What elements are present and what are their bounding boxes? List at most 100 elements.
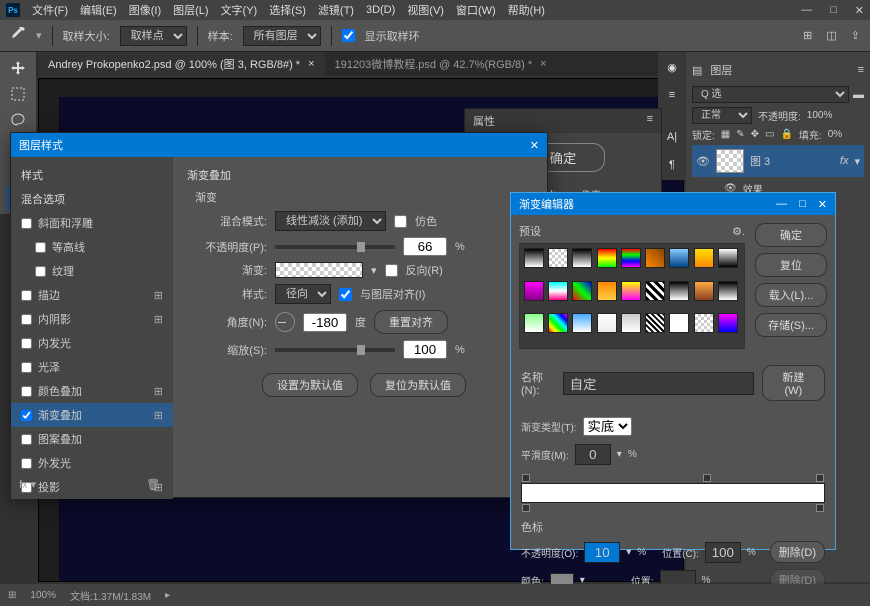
preset-7[interactable] bbox=[694, 248, 714, 268]
menu-layer[interactable]: 图层(L) bbox=[173, 2, 208, 18]
type-select[interactable]: 实底 bbox=[583, 417, 632, 436]
load-button[interactable]: 载入(L)... bbox=[755, 283, 827, 307]
blend-mode-select[interactable]: 线性减淡 (添加) bbox=[275, 211, 386, 231]
preset-14[interactable] bbox=[645, 281, 665, 301]
preset-5[interactable] bbox=[645, 248, 665, 268]
visibility-icon[interactable]: 👁 bbox=[696, 155, 710, 168]
save-button[interactable]: 存储(S)... bbox=[755, 313, 827, 337]
opacity-input[interactable] bbox=[403, 237, 447, 256]
menu-file[interactable]: 文件(F) bbox=[32, 2, 68, 18]
preset-12[interactable] bbox=[597, 281, 617, 301]
style-item-8[interactable]: 渐变叠加⊞ bbox=[11, 403, 173, 427]
reset-button[interactable]: 复位 bbox=[755, 253, 827, 277]
tab-doc-2[interactable]: 191203微博教程.psd @ 42.7%(RGB/8) * × bbox=[325, 52, 557, 76]
style-checkbox[interactable] bbox=[21, 410, 32, 421]
align-checkbox[interactable] bbox=[339, 288, 352, 301]
menu-image[interactable]: 图像(I) bbox=[129, 2, 161, 18]
panel-menu-icon[interactable]: ≡ bbox=[858, 64, 864, 76]
panel-menu-icon[interactable]: ≡ bbox=[647, 113, 653, 129]
style-checkbox[interactable] bbox=[21, 218, 32, 229]
share-icon[interactable]: ⇪ bbox=[851, 29, 860, 42]
menu-select[interactable]: 选择(S) bbox=[269, 2, 306, 18]
add-icon[interactable]: ⊞ bbox=[154, 289, 163, 302]
show-ring-checkbox[interactable] bbox=[342, 29, 355, 42]
ok-button[interactable]: 确定 bbox=[755, 223, 827, 247]
filter-toggle-icon[interactable]: ▬ bbox=[853, 89, 864, 101]
style-checkbox[interactable] bbox=[21, 290, 32, 301]
add-icon[interactable]: ⊞ bbox=[154, 385, 163, 398]
preset-3[interactable] bbox=[597, 248, 617, 268]
preset-16[interactable] bbox=[694, 281, 714, 301]
fx-badge[interactable]: fx bbox=[840, 155, 849, 167]
close-icon[interactable]: ✕ bbox=[855, 4, 864, 17]
opacity-stop[interactable] bbox=[816, 474, 824, 482]
dither-checkbox[interactable] bbox=[394, 215, 407, 228]
gradient-bar[interactable] bbox=[521, 483, 825, 503]
style-checkbox[interactable] bbox=[35, 242, 46, 253]
preset-11[interactable] bbox=[572, 281, 592, 301]
preset-23[interactable] bbox=[645, 313, 665, 333]
dropdown-icon[interactable]: ▾ bbox=[617, 449, 622, 460]
blend-options-header[interactable]: 混合选项 bbox=[11, 187, 173, 211]
preset-1[interactable] bbox=[548, 248, 568, 268]
style-checkbox[interactable] bbox=[35, 266, 46, 277]
smooth-input[interactable] bbox=[575, 444, 611, 465]
color-stop[interactable] bbox=[522, 504, 530, 512]
new-button[interactable]: 新建(W) bbox=[762, 365, 825, 401]
preset-15[interactable] bbox=[669, 281, 689, 301]
layer-name[interactable]: 图 3 bbox=[750, 153, 770, 169]
style-item-0[interactable]: 斜面和浮雕 bbox=[11, 211, 173, 235]
marquee-tool[interactable] bbox=[6, 82, 30, 106]
close-tab-icon[interactable]: × bbox=[540, 58, 546, 70]
style-item-2[interactable]: 纹理 bbox=[11, 259, 173, 283]
expand-fx-icon[interactable]: ▾ bbox=[854, 155, 860, 168]
sample-size-select[interactable]: 取样点 bbox=[120, 26, 187, 46]
sample-select[interactable]: 所有图层 bbox=[243, 26, 321, 46]
close-icon[interactable]: ✕ bbox=[530, 139, 539, 152]
opacity-value[interactable]: 100% bbox=[807, 110, 833, 121]
angle-dial[interactable] bbox=[275, 312, 295, 332]
preset-17[interactable] bbox=[718, 281, 738, 301]
dropdown-icon[interactable]: ▾ bbox=[371, 264, 377, 277]
styles-header[interactable]: 样式 bbox=[11, 163, 173, 187]
style-checkbox[interactable] bbox=[21, 362, 32, 373]
style-item-3[interactable]: 描边⊞ bbox=[11, 283, 173, 307]
style-checkbox[interactable] bbox=[21, 338, 32, 349]
angle-input[interactable] bbox=[303, 313, 347, 332]
lock-transparency-icon[interactable]: ▦ bbox=[721, 129, 730, 140]
gear-icon[interactable]: ⚙. bbox=[732, 225, 745, 238]
preset-4[interactable] bbox=[621, 248, 641, 268]
character-panel-icon[interactable]: A| bbox=[663, 128, 681, 146]
scale-input[interactable] bbox=[403, 340, 447, 359]
reset-align-button[interactable]: 重置对齐 bbox=[374, 310, 448, 334]
delete-button[interactable]: 删除(D) bbox=[770, 541, 825, 563]
name-input[interactable] bbox=[563, 372, 754, 395]
maximize-icon[interactable]: □ bbox=[799, 198, 806, 211]
menu-view[interactable]: 视图(V) bbox=[407, 2, 444, 18]
menu-3d[interactable]: 3D(D) bbox=[366, 4, 395, 16]
doc-size[interactable]: 文档:1.37M/1.83M bbox=[70, 588, 151, 603]
reset-default-button[interactable]: 复位为默认值 bbox=[370, 373, 466, 397]
style-item-10[interactable]: 外发光 bbox=[11, 451, 173, 475]
layer-thumbnail[interactable] bbox=[716, 149, 744, 173]
opacity-stop-mid[interactable] bbox=[703, 474, 711, 482]
add-icon[interactable]: ⊞ bbox=[154, 313, 163, 326]
style-item-7[interactable]: 颜色叠加⊞ bbox=[11, 379, 173, 403]
history-panel-icon[interactable]: ◉ bbox=[663, 58, 681, 76]
arrange-icon[interactable]: ◫ bbox=[826, 29, 836, 42]
style-item-1[interactable]: 等高线 bbox=[11, 235, 173, 259]
preset-26[interactable] bbox=[718, 313, 738, 333]
stop-pos-input[interactable] bbox=[705, 542, 741, 563]
opacity-slider[interactable] bbox=[275, 245, 395, 249]
preset-9[interactable] bbox=[524, 281, 544, 301]
trash-icon[interactable]: 🗑 bbox=[146, 478, 160, 491]
preset-19[interactable] bbox=[548, 313, 568, 333]
color-panel-icon[interactable]: ≡ bbox=[663, 86, 681, 104]
style-select[interactable]: 径向 bbox=[275, 284, 331, 304]
menu-type[interactable]: 文字(Y) bbox=[221, 2, 258, 18]
chevron-down-icon[interactable]: ▾ bbox=[36, 29, 42, 42]
maximize-icon[interactable]: □ bbox=[830, 4, 837, 17]
minimize-icon[interactable]: — bbox=[776, 198, 787, 211]
preset-24[interactable] bbox=[669, 313, 689, 333]
style-item-5[interactable]: 内发光 bbox=[11, 331, 173, 355]
